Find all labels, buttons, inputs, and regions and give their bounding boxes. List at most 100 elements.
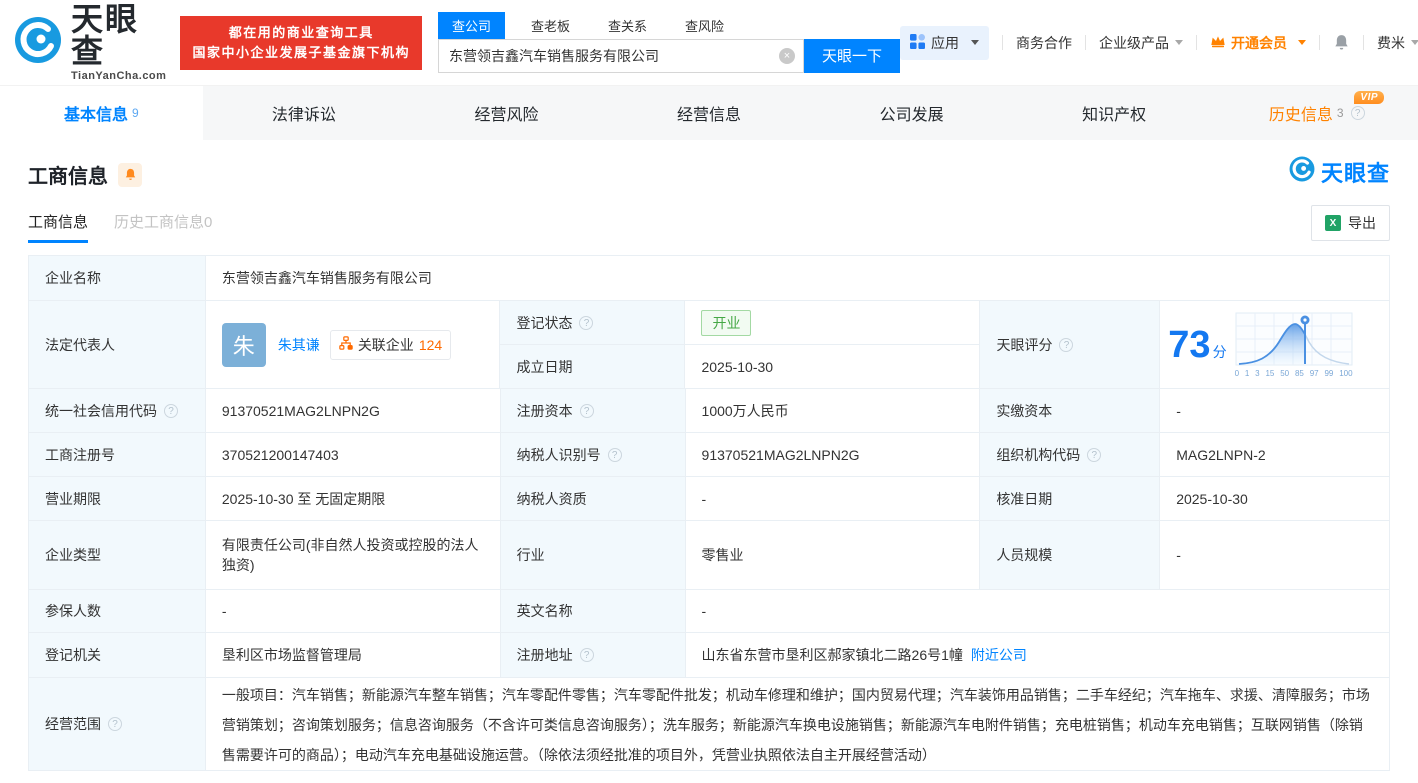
- taxpayer-quality-label: 纳税人资质: [501, 477, 686, 521]
- credit-code-value: 91370521MAG2LNPN2G: [206, 389, 501, 433]
- company-name-value: 东营领吉鑫汽车销售服务有限公司: [206, 256, 1390, 301]
- help-icon[interactable]: [1059, 338, 1073, 352]
- tab-label: 基本信息: [64, 101, 128, 125]
- search-tab-risk[interactable]: 查风险: [673, 12, 736, 39]
- vip-badge: VIP: [1354, 91, 1384, 104]
- label-text: 组织机构代码: [996, 445, 1080, 465]
- help-icon[interactable]: [579, 316, 593, 330]
- tab-label: 知识产权: [1082, 101, 1146, 125]
- tab-history-info[interactable]: VIP 历史信息 3: [1215, 86, 1418, 140]
- reg-address-label: 注册地址: [501, 633, 686, 678]
- open-vip-label: 开通会员: [1231, 33, 1287, 53]
- paid-capital-label: 实缴资本: [980, 389, 1160, 433]
- slogan-banner: 都在用的商业查询工具 国家中小企业发展子基金旗下机构: [180, 16, 422, 70]
- related-companies-badge[interactable]: 关联企业 124: [330, 330, 451, 360]
- legal-rep-cell: 朱 朱其谦 关联企业 124: [206, 301, 501, 389]
- legal-rep-link[interactable]: 朱其谦: [278, 335, 320, 355]
- company-info-table: 企业名称 东营领吉鑫汽车销售服务有限公司 法定代表人 朱 朱其谦 关联企业 12…: [28, 255, 1390, 771]
- reg-capital-label: 注册资本: [501, 389, 686, 433]
- tab-basic-info[interactable]: 基本信息 9: [0, 86, 203, 140]
- label-text: 天眼评分: [996, 335, 1052, 355]
- help-icon[interactable]: [580, 404, 594, 418]
- help-icon[interactable]: [608, 448, 622, 462]
- tab-company-development[interactable]: 公司发展: [810, 86, 1013, 140]
- subtab-business-info[interactable]: 工商信息: [28, 211, 88, 243]
- apps-menu[interactable]: 应用: [900, 26, 989, 60]
- tianyancha-watermark-icon: [1289, 156, 1315, 188]
- avatar[interactable]: 朱: [222, 323, 266, 367]
- excel-icon: [1325, 215, 1341, 231]
- legal-rep-label: 法定代表人: [29, 301, 206, 389]
- taxpayer-id-value: 91370521MAG2LNPN2G: [686, 433, 981, 477]
- help-icon[interactable]: [580, 648, 594, 662]
- help-icon[interactable]: [1087, 448, 1101, 462]
- score-axis-ticks: 0131550859799100: [1235, 369, 1353, 378]
- divider: [1002, 35, 1003, 50]
- reg-address-cell: 山东省东营市垦利区郝家镇北二路26号1幢 附近公司: [686, 633, 1390, 678]
- establish-date-label: 成立日期: [500, 345, 685, 389]
- score-distribution-chart: 0131550859799100: [1235, 312, 1353, 378]
- search-tab-relation[interactable]: 查关系: [596, 12, 659, 39]
- tab-operation-info[interactable]: 经营信息: [608, 86, 811, 140]
- help-icon[interactable]: [164, 404, 178, 418]
- insured-count-label: 参保人数: [29, 590, 206, 633]
- search-button[interactable]: 天眼一下: [804, 39, 900, 73]
- clear-search-icon[interactable]: [779, 48, 795, 64]
- business-scope-label: 经营范围: [29, 678, 206, 771]
- tianyancha-logo-icon: [14, 16, 62, 69]
- label-text: 登记状态: [516, 313, 572, 333]
- tab-legal-litigation[interactable]: 法律诉讼: [203, 86, 406, 140]
- taxpayer-quality-value: -: [686, 477, 981, 521]
- search-tabs: 查公司 查老板 查关系 查风险: [438, 13, 900, 39]
- menu-open-vip[interactable]: 开通会员: [1210, 33, 1306, 53]
- related-companies-label: 关联企业: [358, 335, 414, 355]
- search-input[interactable]: [439, 48, 779, 64]
- reg-status-label: 登记状态: [500, 301, 685, 345]
- watermark-text: 天眼查: [1321, 156, 1390, 188]
- tab-intellectual-property[interactable]: 知识产权: [1013, 86, 1216, 140]
- nearby-companies-link[interactable]: 附近公司: [971, 645, 1027, 665]
- help-icon[interactable]: [108, 717, 122, 731]
- subscribe-bell-icon[interactable]: [118, 163, 142, 187]
- tab-count: 9: [132, 106, 139, 120]
- insured-count-value: -: [206, 590, 501, 633]
- export-label: 导出: [1348, 213, 1376, 233]
- username: 费米: [1377, 33, 1405, 53]
- label-text: 经营范围: [45, 714, 101, 734]
- establish-date-value: 2025-10-30: [685, 345, 980, 389]
- export-button[interactable]: 导出: [1311, 205, 1390, 241]
- menu-business-cooperation[interactable]: 商务合作: [1016, 33, 1072, 53]
- business-term-label: 营业期限: [29, 477, 206, 521]
- tab-label: 历史信息: [1269, 101, 1333, 125]
- chevron-down-icon: [1411, 40, 1418, 45]
- related-companies-count: 124: [419, 337, 442, 353]
- reg-status-cell: 开业: [685, 301, 980, 345]
- business-info-section: 工商信息 天眼查 工商信息 历史工商信息0 导出 企业名称 东营领吉鑫汽车销售服…: [0, 140, 1418, 771]
- reg-number-value: 370521200147403: [206, 433, 501, 477]
- apps-menu-label: 应用: [931, 33, 959, 53]
- top-menu: 应用 商务合作 企业级产品 开通会员 费米: [900, 26, 1418, 60]
- staff-size-value: -: [1160, 521, 1390, 590]
- taxpayer-id-label: 纳税人识别号: [501, 433, 686, 477]
- help-icon[interactable]: [1351, 106, 1365, 120]
- notification-bell-icon[interactable]: [1333, 34, 1350, 51]
- subtab-history-business-info[interactable]: 历史工商信息0: [114, 211, 212, 243]
- search-tab-boss[interactable]: 查老板: [519, 12, 582, 39]
- tianyancha-logo[interactable]: 天眼查 TianYanCha.com: [14, 3, 166, 82]
- score-unit: 分: [1213, 344, 1227, 360]
- crown-icon: [1210, 34, 1226, 51]
- search-box: [438, 39, 804, 73]
- approval-date-label: 核准日期: [980, 477, 1160, 521]
- tab-label: 公司发展: [880, 101, 944, 125]
- user-menu[interactable]: 费米: [1377, 33, 1418, 53]
- page-title: 工商信息: [28, 160, 108, 189]
- tab-operation-risk[interactable]: 经营风险: [405, 86, 608, 140]
- reg-number-label: 工商注册号: [29, 433, 206, 477]
- business-term-value: 2025-10-30 至 无固定期限: [206, 477, 501, 521]
- menu-enterprise-products[interactable]: 企业级产品: [1099, 33, 1183, 53]
- chevron-down-icon: [971, 40, 979, 45]
- table-row: 统一社会信用代码 91370521MAG2LNPN2G 注册资本 1000万人民…: [29, 389, 1390, 433]
- search-tab-company[interactable]: 查公司: [438, 12, 505, 39]
- tyc-score-cell: 73分: [1160, 301, 1390, 389]
- logo-subtitle: TianYanCha.com: [71, 70, 166, 82]
